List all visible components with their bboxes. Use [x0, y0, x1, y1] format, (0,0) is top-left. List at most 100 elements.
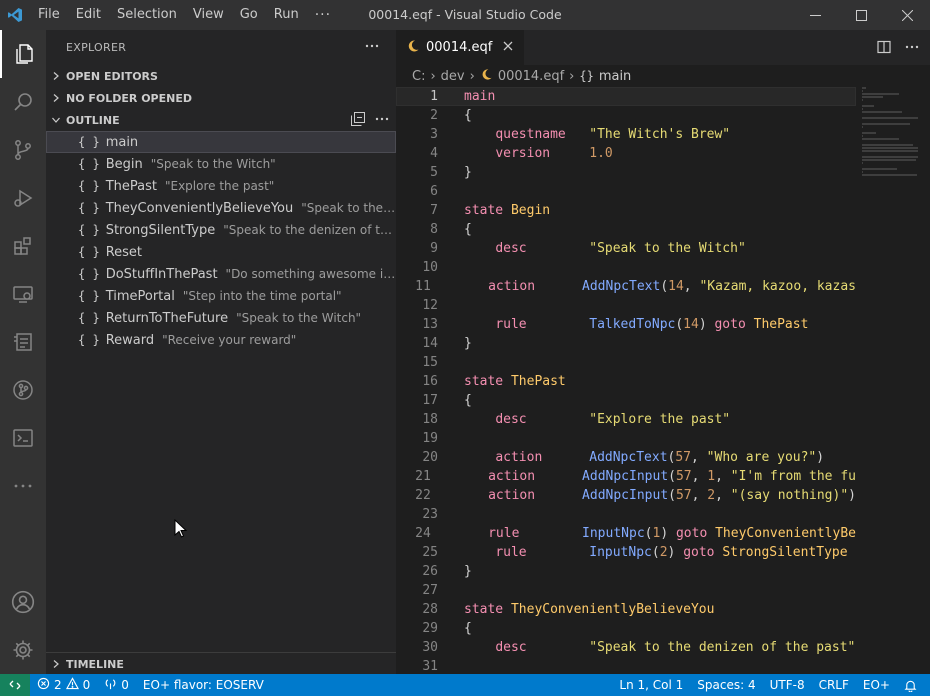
extensions-icon[interactable]	[0, 222, 46, 270]
section-timeline[interactable]: TIMELINE	[46, 652, 396, 674]
flavor-indicator[interactable]: EO+ flavor: EOSERV	[136, 678, 271, 692]
code-line: 15	[396, 353, 856, 372]
minimap-line	[862, 150, 919, 152]
encoding[interactable]: UTF-8	[763, 678, 812, 692]
line-text: {	[438, 106, 472, 125]
minimap-line	[862, 171, 864, 173]
line-text	[438, 505, 464, 524]
code-token: (	[668, 488, 676, 503]
editor-more-actions-icon[interactable]	[904, 39, 920, 59]
outline-item[interactable]: { } StrongSilentType "Speak to the denizen…	[46, 219, 396, 241]
source-control-icon[interactable]	[0, 126, 46, 174]
indentation[interactable]: Spaces: 4	[690, 678, 762, 692]
line-number: 11	[415, 279, 431, 294]
close-window-icon[interactable]	[884, 0, 930, 30]
language-mode[interactable]: EO+	[856, 678, 897, 692]
files-icon[interactable]	[0, 30, 46, 78]
notifications-bell-icon[interactable]	[897, 679, 924, 692]
section-open-editors[interactable]: OPEN EDITORS	[46, 65, 396, 87]
outline-item-name: DoStuffInThePast	[105, 266, 218, 282]
outline-item[interactable]: { } ThePast "Explore the past"	[46, 175, 396, 197]
minimap-line	[862, 156, 919, 158]
outline-item-name: TheyConvenientlyBelieveYou	[105, 200, 294, 216]
menu-view[interactable]: View	[185, 0, 232, 30]
menu-edit[interactable]: Edit	[68, 0, 109, 30]
minimap-line	[862, 168, 898, 170]
section-outline[interactable]: OUTLINE	[46, 109, 396, 131]
outline-item[interactable]: { } main	[46, 131, 396, 153]
code-line: 16 state ThePast	[396, 372, 856, 391]
minimap-line	[862, 135, 864, 137]
line-number: 5	[430, 165, 438, 180]
tab-00014-eqf[interactable]: 00014.eqf	[396, 30, 525, 65]
line-number: 28	[422, 602, 438, 617]
run-debug-icon[interactable]	[0, 174, 46, 222]
code-line: 19	[396, 429, 856, 448]
chevron-right-icon	[46, 93, 66, 103]
code-token: ,	[683, 279, 700, 294]
collapse-all-icon[interactable]	[350, 111, 366, 130]
breadcrumb-file[interactable]: 00014.eqf	[498, 69, 564, 84]
menu-run[interactable]: Run	[266, 0, 307, 30]
remote-explorer-icon[interactable]	[0, 270, 46, 318]
info-indicator[interactable]: 0	[97, 677, 136, 693]
cursor-position[interactable]: Ln 1, Col 1	[612, 678, 690, 692]
outline-item[interactable]: { } Reward "Receive your reward"	[46, 329, 396, 351]
menu-selection[interactable]: Selection	[109, 0, 185, 30]
outline-more-actions-icon[interactable]	[374, 111, 390, 130]
code-token: action	[495, 450, 543, 465]
settings-gear-icon[interactable]	[0, 626, 46, 674]
code-editor[interactable]: 1 main 2{3 questname "The Witch's Brew" 4 v…	[396, 87, 856, 674]
breadcrumb-folder[interactable]: dev	[441, 69, 465, 84]
split-editor-icon[interactable]	[876, 39, 892, 59]
menu-more-icon[interactable]: ···	[307, 7, 339, 23]
line-text: }	[438, 334, 472, 353]
outline-item[interactable]: { } TheyConvenientlyBelieveYou "Speak to t…	[46, 197, 396, 219]
code-token: ThePast	[510, 374, 566, 389]
outline-item[interactable]: { } ReturnToTheFuture "Speak to the Witch"	[46, 307, 396, 329]
line-number: 7	[430, 203, 438, 218]
minimize-icon[interactable]	[792, 0, 838, 30]
minimap[interactable]	[862, 87, 930, 287]
testing-icon[interactable]	[0, 318, 46, 366]
line-text: desc "Explore the past"	[438, 410, 730, 429]
terminal-icon[interactable]	[0, 414, 46, 462]
breadcrumb-symbol[interactable]: main	[599, 69, 631, 84]
breadcrumb-drive[interactable]: C:	[412, 69, 425, 84]
maximize-icon[interactable]	[838, 0, 884, 30]
git-graph-icon[interactable]	[0, 366, 46, 414]
code-token: )	[698, 317, 715, 332]
outline-item[interactable]: { } TimePortal "Step into the time portal"	[46, 285, 396, 307]
outline-item-description: "Speak to the Witch"	[236, 311, 362, 325]
problems-indicator[interactable]: 2 0	[30, 677, 97, 693]
remote-indicator-icon[interactable]	[0, 674, 30, 696]
line-number: 20	[422, 450, 438, 465]
more-icon[interactable]	[0, 462, 46, 510]
section-no-folder[interactable]: NO FOLDER OPENED	[46, 87, 396, 109]
code-line: 3 questname "The Witch's Brew"	[396, 125, 856, 144]
code-token: 2	[659, 545, 668, 560]
account-icon[interactable]	[0, 578, 46, 626]
outline-item[interactable]: { } DoStuffInThePast "Do something awesome…	[46, 263, 396, 285]
outline-item[interactable]: { } Begin "Speak to the Witch"	[46, 153, 396, 175]
end-of-line[interactable]: CRLF	[812, 678, 856, 692]
line-text: state TheyConvenientlyBelieveYou	[438, 600, 714, 619]
menu-file[interactable]: File	[30, 0, 68, 30]
chevron-right-icon: ›	[569, 68, 575, 84]
code-token: {	[464, 108, 472, 123]
search-icon[interactable]	[0, 78, 46, 126]
code-token: 57	[675, 469, 692, 484]
minimap-line	[862, 144, 913, 146]
outline-item[interactable]: { } Reset	[46, 241, 396, 263]
minimap-line	[862, 162, 864, 164]
menu-go[interactable]: Go	[232, 0, 266, 30]
close-tab-icon[interactable]	[502, 40, 514, 56]
explorer-more-actions-icon[interactable]	[364, 38, 380, 57]
code-line: 8{	[396, 220, 856, 239]
code-line: 2{	[396, 106, 856, 125]
